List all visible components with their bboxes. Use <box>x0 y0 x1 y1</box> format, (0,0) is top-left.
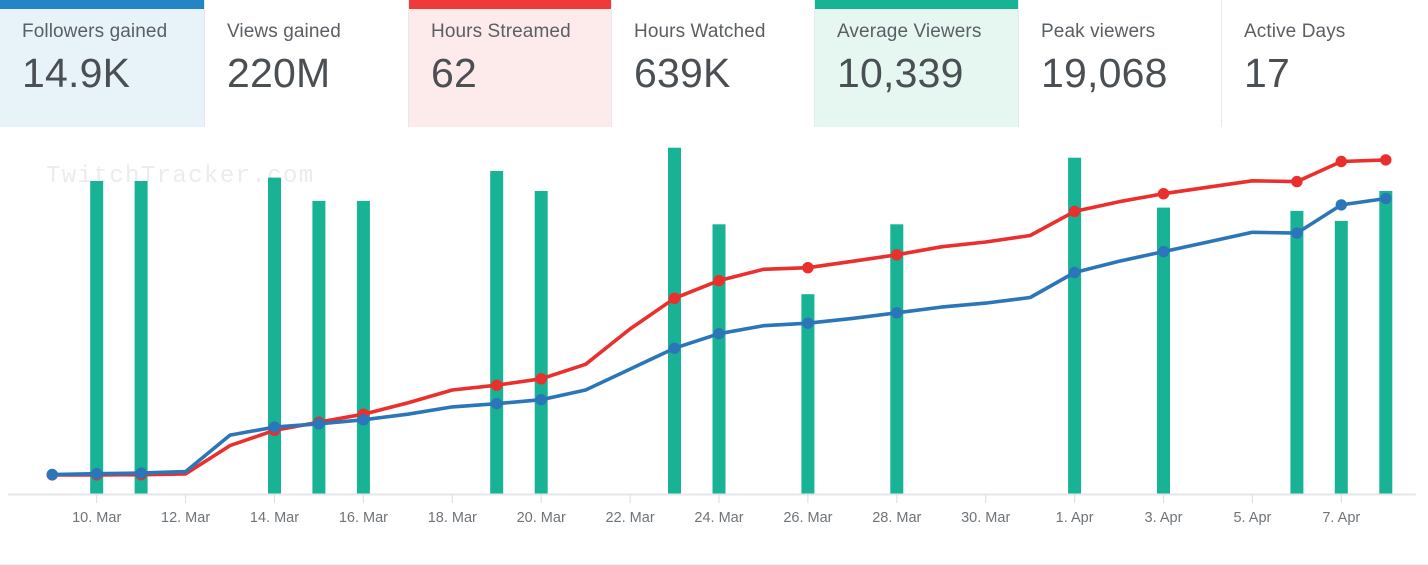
chart-data-point[interactable] <box>1291 175 1303 188</box>
chart-data-point[interactable] <box>46 468 58 481</box>
x-axis-tick-label: 1. Apr <box>1056 510 1094 526</box>
chart-data-point[interactable] <box>1068 266 1081 279</box>
stat-card-views-gained[interactable]: Views gained 220M <box>205 0 409 127</box>
x-axis-tick-label: 16. Mar <box>339 510 388 526</box>
chart-bar[interactable] <box>890 224 904 495</box>
stat-card-value: 220M <box>227 50 331 96</box>
chart-data-point[interactable] <box>135 467 147 479</box>
x-axis-tick-label: 14. Mar <box>250 510 299 526</box>
chart-data-point[interactable] <box>668 292 681 305</box>
x-axis-tick-label: 30. Mar <box>961 510 1010 526</box>
x-axis-tick-label: 18. Mar <box>428 510 477 526</box>
chart-data-point[interactable] <box>668 342 681 354</box>
x-axis-ticks: 10. Mar 12. Mar 14. Mar 16. Mar 18. Mar 20. M… <box>72 494 1360 526</box>
stat-card-accent-bar <box>612 0 814 9</box>
chart-data-point[interactable] <box>1335 155 1348 168</box>
chart-bar[interactable] <box>134 181 148 494</box>
chart-bar[interactable] <box>268 177 281 494</box>
chart-data-point[interactable] <box>535 394 547 406</box>
chart-data-point[interactable] <box>357 414 370 426</box>
stat-card-value: 17 <box>1244 50 1291 96</box>
stat-card-value: 10,339 <box>837 50 964 96</box>
stat-card-hours-watched[interactable]: Hours Watched 639K <box>612 0 815 127</box>
x-axis-tick-label: 7. Apr <box>1322 510 1360 526</box>
chart-data-point[interactable] <box>802 317 814 329</box>
chart-panel: TwitchTracker.com 10. Mar 12. Mar 14. Mar 1… <box>0 127 1428 565</box>
x-axis-tick-label: 10. Mar <box>72 510 121 526</box>
stat-card-peak-viewers[interactable]: Peak viewers 19,068 <box>1019 0 1222 127</box>
chart-data-point[interactable] <box>713 328 725 340</box>
stat-card-accent-bar <box>1019 0 1221 9</box>
stat-card-value: 14.9K <box>22 50 131 96</box>
chart-data-point[interactable] <box>891 307 903 319</box>
chart-data-point[interactable] <box>713 274 725 287</box>
x-axis-tick-label: 26. Mar <box>783 510 832 526</box>
stat-card-label: Hours Streamed <box>431 21 571 42</box>
twitch-tracker-stats-page: Followers gained 14.9K Views gained 220M Hou… <box>0 0 1428 565</box>
stat-card-label: Peak viewers <box>1041 21 1156 42</box>
stat-card-average-viewers[interactable]: Average Viewers 10,339 <box>815 0 1019 127</box>
stat-card-hours-streamed[interactable]: Hours Streamed 62 <box>409 0 612 127</box>
stat-card-label: Active Days <box>1244 21 1346 42</box>
chart-data-point[interactable] <box>802 262 814 274</box>
stat-card-label: Average Viewers <box>837 21 982 42</box>
chart-data-point[interactable] <box>1380 192 1392 205</box>
chart-data-point[interactable] <box>1291 227 1303 239</box>
chart-bar[interactable] <box>1290 210 1304 494</box>
chart-bar[interactable] <box>490 171 504 494</box>
stat-card-accent-bar <box>815 0 1018 9</box>
chart-data-point[interactable] <box>491 398 503 410</box>
chart-data-point[interactable] <box>268 421 281 433</box>
stream-activity-chart[interactable]: 10. Mar 12. Mar 14. Mar 16. Mar 18. Mar 20. M… <box>0 127 1428 565</box>
chart-data-point[interactable] <box>535 373 547 385</box>
stat-card-value: 19,068 <box>1041 50 1168 96</box>
chart-data-point[interactable] <box>1068 205 1081 218</box>
x-axis-tick-label: 22. Mar <box>606 510 655 526</box>
chart-data-point[interactable] <box>1335 199 1348 211</box>
bar-series-hours-streamed <box>90 147 1393 495</box>
x-axis-tick-label: 12. Mar <box>161 510 210 526</box>
chart-bar[interactable] <box>356 200 370 494</box>
stat-card-label: Hours Watched <box>634 21 766 42</box>
chart-bar[interactable] <box>1334 220 1348 494</box>
chart-bar[interactable] <box>1379 191 1393 494</box>
chart-data-point[interactable] <box>313 418 325 430</box>
stat-card-label: Views gained <box>227 21 341 42</box>
chart-bar[interactable] <box>90 181 104 494</box>
chart-data-point[interactable] <box>1157 187 1170 200</box>
stat-card-accent-bar <box>1222 0 1428 9</box>
stat-card-active-days[interactable]: Active Days 17 <box>1222 0 1428 127</box>
x-axis-tick-label: 24. Mar <box>694 510 743 526</box>
stat-cards-row: Followers gained 14.9K Views gained 220M Hou… <box>0 0 1428 127</box>
chart-bar[interactable] <box>668 147 681 494</box>
chart-data-point[interactable] <box>1380 154 1392 166</box>
chart-bar[interactable] <box>712 224 726 495</box>
chart-data-point[interactable] <box>1157 245 1170 258</box>
stat-card-label: Followers gained <box>22 21 168 42</box>
stat-card-accent-bar <box>0 0 204 9</box>
chart-data-point[interactable] <box>891 249 903 261</box>
chart-bar[interactable] <box>534 191 548 494</box>
chart-bar[interactable] <box>312 200 326 494</box>
x-axis-tick-label: 28. Mar <box>872 510 921 526</box>
x-axis-tick-label: 5. Apr <box>1233 510 1271 526</box>
stat-card-value: 639K <box>634 50 731 96</box>
stat-card-accent-bar <box>409 0 611 9</box>
x-axis-tick-label: 20. Mar <box>517 510 566 526</box>
stat-card-value: 62 <box>431 50 478 96</box>
x-axis-tick-label: 3. Apr <box>1145 510 1183 526</box>
chart-data-point[interactable] <box>91 468 103 480</box>
chart-data-point[interactable] <box>491 379 503 391</box>
stat-card-followers-gained[interactable]: Followers gained 14.9K <box>0 0 205 127</box>
stat-card-accent-bar <box>205 0 408 9</box>
